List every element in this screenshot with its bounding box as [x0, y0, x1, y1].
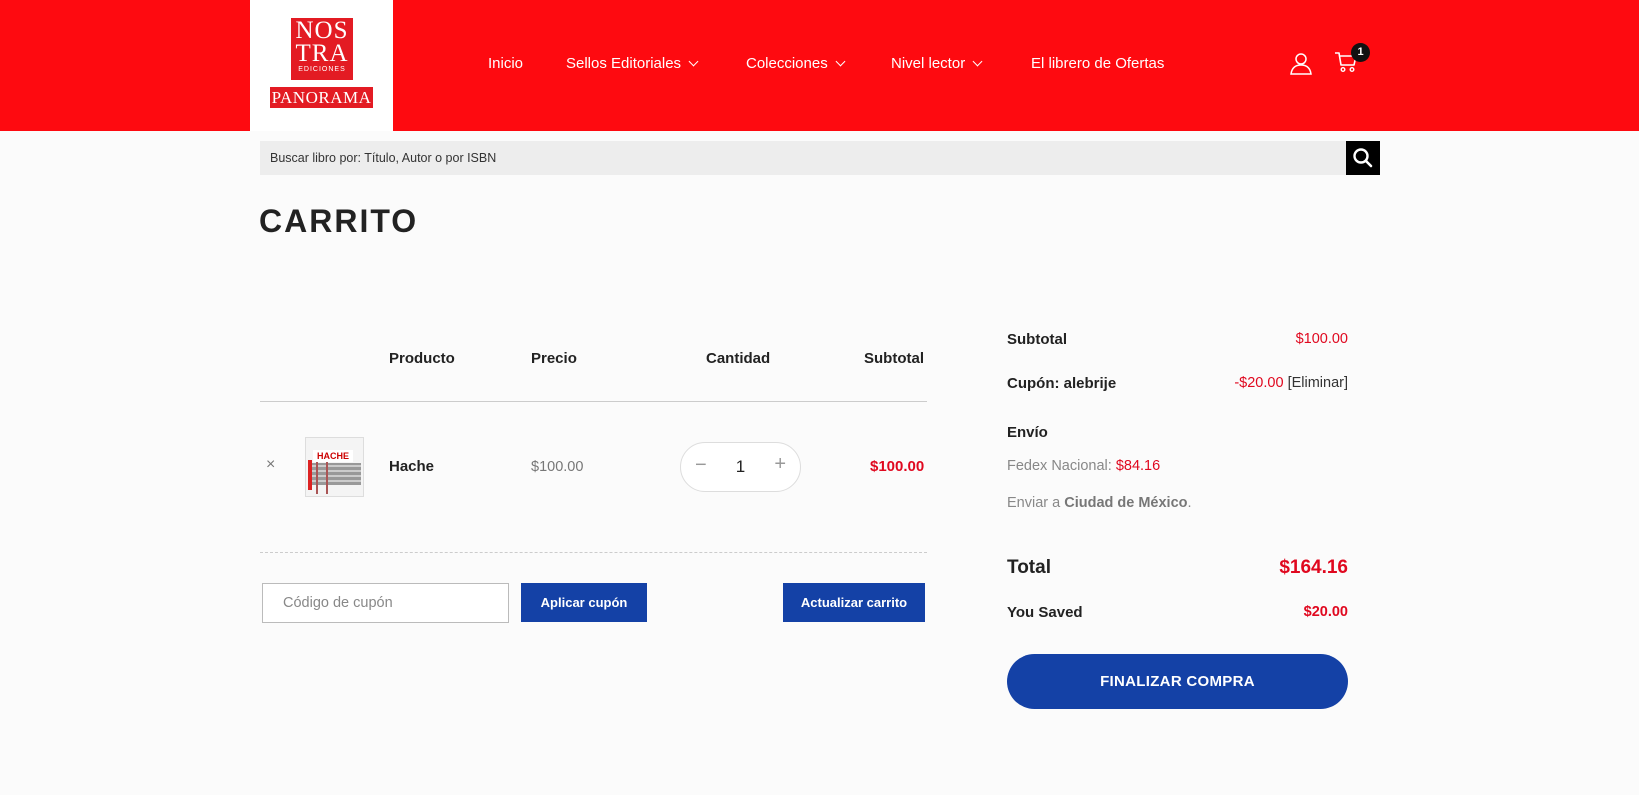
- quantity-stepper: − 1 +: [680, 442, 801, 492]
- quantity-increase-button[interactable]: +: [774, 453, 786, 476]
- column-header-subtotal: Subtotal: [864, 350, 924, 367]
- search-input[interactable]: Buscar libro por: Título, Autor o por IS…: [270, 141, 496, 175]
- total-value: $164.16: [1279, 557, 1348, 578]
- site-logo[interactable]: NOS TRA EDICIONES PANORAMA: [250, 0, 393, 131]
- ship-to-city: Ciudad de México: [1064, 495, 1188, 511]
- nav-label: Colecciones: [746, 55, 828, 72]
- logo-subtext: EDICIONES: [298, 66, 346, 73]
- logo-mark: NOS TRA EDICIONES: [291, 18, 353, 80]
- product-price: $100.00: [531, 459, 584, 475]
- search-icon: [1353, 148, 1373, 168]
- nav-item-colecciones[interactable]: Colecciones: [746, 55, 846, 72]
- nav-label: Sellos Editoriales: [566, 55, 682, 72]
- shipping-method-name: Fedex Nacional:: [1007, 458, 1112, 474]
- column-header-producto: Producto: [389, 350, 455, 367]
- nav-item-sellos-editoriales[interactable]: Sellos Editoriales: [566, 55, 699, 72]
- column-header-precio: Precio: [531, 350, 577, 367]
- chevron-down-icon: [972, 56, 983, 66]
- table-divider: [260, 401, 927, 402]
- total-label: Total: [1007, 557, 1051, 578]
- coupon-label: Cupón: alebrije: [1007, 375, 1117, 392]
- product-thumbnail[interactable]: HACHE: [305, 437, 364, 497]
- nav-label: Inicio: [488, 55, 524, 72]
- coupon-code-input[interactable]: [262, 583, 509, 623]
- nav-item-inicio[interactable]: Inicio: [488, 55, 523, 72]
- site-header: NOS TRA EDICIONES PANORAMA Inicio Sellos…: [0, 0, 1639, 131]
- chevron-down-icon: [688, 56, 699, 66]
- thumbnail-art: [316, 462, 328, 494]
- nav-item-nivel-lector[interactable]: Nivel lector: [891, 55, 983, 72]
- table-divider-dashed: [260, 552, 927, 553]
- remove-item-button[interactable]: ×: [266, 456, 275, 474]
- coupon-discount-value: -$20.00: [1234, 375, 1284, 391]
- you-saved-label: You Saved: [1007, 604, 1083, 621]
- checkout-button[interactable]: FINALIZAR COMPRA: [1007, 654, 1348, 709]
- column-header-cantidad: Cantidad: [706, 350, 771, 367]
- chevron-down-icon: [835, 56, 846, 66]
- user-account-icon[interactable]: [1289, 51, 1313, 75]
- thumbnail-title: HACHE: [313, 450, 353, 462]
- logo-band: PANORAMA: [270, 87, 373, 108]
- subtotal-label: Subtotal: [1007, 331, 1067, 348]
- update-cart-button[interactable]: Actualizar carrito: [783, 583, 925, 622]
- logo-text-line2: TRA: [295, 40, 349, 67]
- cart-count-badge: 1: [1351, 43, 1370, 62]
- page-title: CARRITO: [259, 203, 419, 239]
- shipping-method[interactable]: Fedex Nacional: $84.16: [1007, 458, 1160, 474]
- you-saved-value: $20.00: [1303, 604, 1348, 620]
- product-name-link[interactable]: Hache: [389, 458, 434, 475]
- ship-to-prefix: Enviar a: [1007, 495, 1061, 511]
- search-bar[interactable]: Buscar libro por: Título, Autor o por IS…: [260, 141, 1380, 175]
- shipping-cost: $84.16: [1115, 458, 1161, 474]
- shipping-label: Envío: [1007, 424, 1048, 441]
- nav-label: El librero de Ofertas: [1031, 55, 1165, 72]
- coupon-remove-link[interactable]: [Eliminar]: [1288, 375, 1348, 391]
- thumbnail-art: [308, 460, 312, 490]
- nav-item-librero-ofertas[interactable]: El librero de Ofertas: [1031, 55, 1164, 72]
- apply-coupon-button[interactable]: Aplicar cupón: [521, 583, 647, 622]
- subtotal-value: $100.00: [1295, 331, 1348, 347]
- ship-to: Enviar a Ciudad de México.: [1007, 495, 1192, 511]
- nav-label: Nivel lector: [891, 55, 966, 72]
- search-button[interactable]: [1346, 141, 1380, 175]
- coupon-discount: -$20.00 [Eliminar]: [1234, 375, 1348, 391]
- ship-to-suffix: .: [1187, 495, 1192, 511]
- product-subtotal: $100.00: [870, 458, 925, 475]
